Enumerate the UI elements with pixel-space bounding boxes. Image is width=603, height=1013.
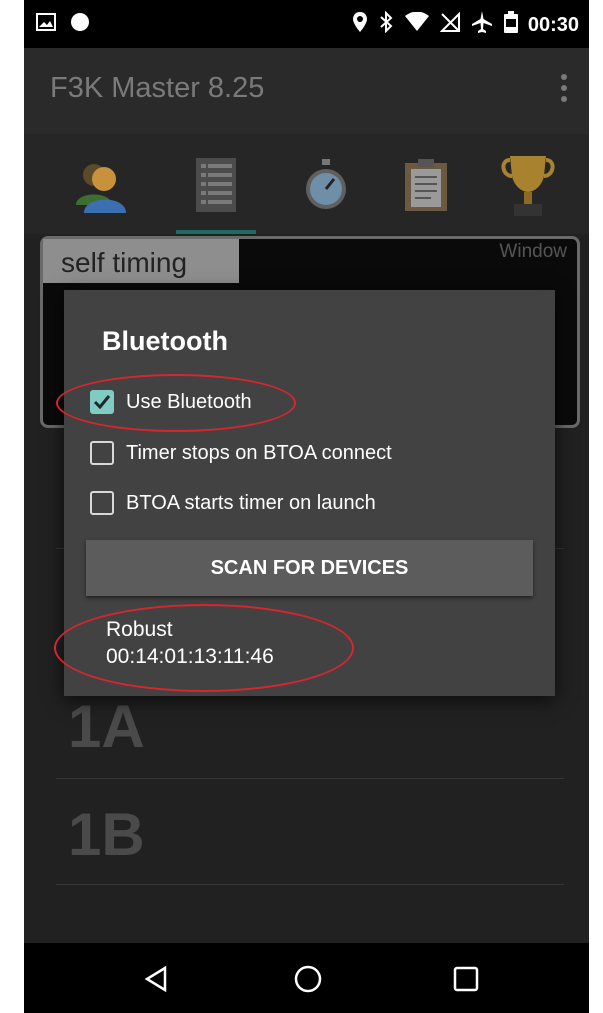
app-title: F3K Master 8.25	[50, 72, 265, 104]
use-bluetooth-option[interactable]: Use Bluetooth	[90, 390, 252, 414]
checkbox-label: BTOA starts timer on launch	[126, 491, 376, 514]
tab-stopwatch[interactable]	[286, 152, 366, 222]
home-icon[interactable]	[288, 959, 328, 999]
bluetooth-icon	[378, 10, 394, 39]
tab-list[interactable]	[176, 152, 256, 222]
trophy-icon	[500, 152, 556, 222]
tab-bar	[24, 134, 589, 234]
clipboard-icon	[401, 157, 451, 217]
row-divider	[56, 884, 564, 885]
tab-trophy[interactable]	[488, 152, 568, 222]
airplane-icon	[470, 10, 494, 40]
window-label: Window	[499, 241, 567, 262]
circle-dot-icon	[70, 12, 90, 36]
status-bar: 00:30	[24, 0, 589, 48]
pilots-icon	[70, 155, 130, 219]
btoa-starts-option[interactable]: BTOA starts timer on launch	[90, 491, 376, 515]
battery-icon	[503, 11, 518, 39]
back-icon[interactable]	[136, 959, 176, 999]
use-bluetooth-checkbox[interactable]	[90, 390, 114, 414]
device-address: 00:14:01:13:11:46	[106, 645, 274, 668]
tab-pilots[interactable]	[60, 152, 140, 222]
device-item[interactable]: Robust 00:14:01:13:11:46	[106, 616, 274, 670]
checkbox-label: Timer stops on BTOA connect	[126, 441, 392, 464]
timer-stops-checkbox[interactable]	[90, 441, 114, 465]
heat-label[interactable]: 1A	[68, 692, 145, 761]
tab-clipboard[interactable]	[386, 152, 466, 222]
status-time: 00:30	[527, 13, 579, 36]
self-timing-label: self timing	[43, 239, 239, 283]
selected-tab-indicator	[176, 230, 256, 234]
checkbox-label: Use Bluetooth	[126, 390, 252, 413]
wifi-icon	[404, 11, 430, 38]
stopwatch-icon	[304, 157, 348, 217]
overflow-menu-icon[interactable]	[561, 74, 569, 102]
no-sim-icon	[439, 11, 460, 38]
recents-icon[interactable]	[446, 959, 486, 999]
heat-label[interactable]: 1B	[68, 800, 145, 869]
btoa-starts-checkbox[interactable]	[90, 491, 114, 515]
list-icon	[194, 156, 238, 218]
dialog-title: Bluetooth	[102, 326, 228, 356]
row-divider	[56, 778, 564, 779]
device-name: Robust	[106, 618, 173, 641]
timer-stops-option[interactable]: Timer stops on BTOA connect	[90, 441, 392, 465]
navigation-bar	[24, 943, 589, 1013]
check-icon	[93, 395, 111, 410]
image-icon	[36, 13, 56, 35]
app-bar: F3K Master 8.25	[24, 48, 589, 134]
location-icon	[352, 11, 368, 39]
bluetooth-dialog: Bluetooth Use Bluetooth Timer stops on B…	[54, 290, 555, 696]
phone-screen: 00:30 F3K Master 8.25 self timing Window…	[24, 0, 589, 1013]
scan-for-devices-button[interactable]: SCAN FOR DEVICES	[86, 540, 533, 596]
